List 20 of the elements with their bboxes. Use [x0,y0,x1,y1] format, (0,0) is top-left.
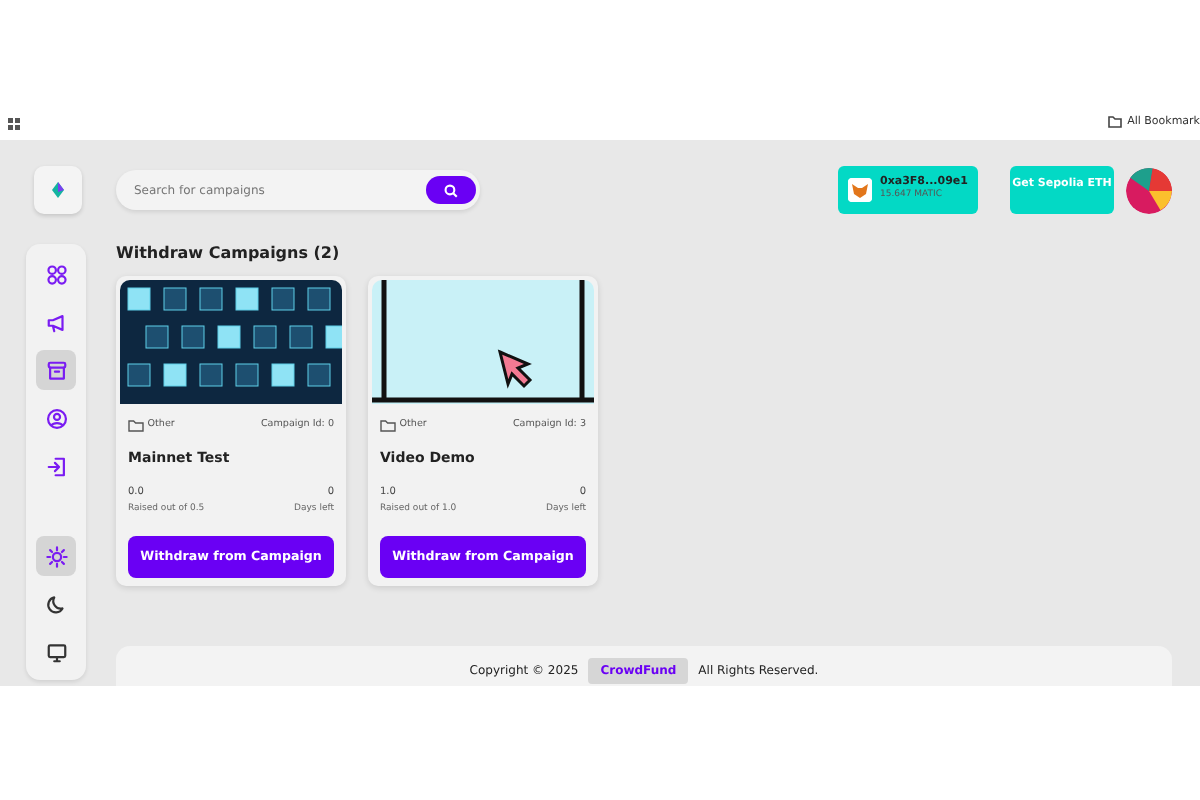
monitor-icon [45,641,67,663]
login-icon [45,455,67,477]
sun-icon [45,545,67,567]
logo-icon [52,182,64,198]
grid-icon [45,263,67,285]
search-icon [444,183,458,197]
folder-icon [1107,115,1122,128]
archive-icon [45,359,67,381]
apps-grid-icon[interactable] [8,118,20,130]
megaphone-icon [45,311,67,333]
fox-icon [848,178,872,202]
avatar-icon[interactable] [1126,167,1172,213]
search-button[interactable] [426,176,476,204]
sidebar-item[interactable] [36,536,76,576]
sidebar-item[interactable] [36,350,76,390]
folder-icon [128,419,144,432]
moon-icon [45,593,67,615]
folder-icon [380,419,396,432]
page-title: Withdraw Campaigns (2) [116,244,342,262]
user-icon [45,407,67,429]
